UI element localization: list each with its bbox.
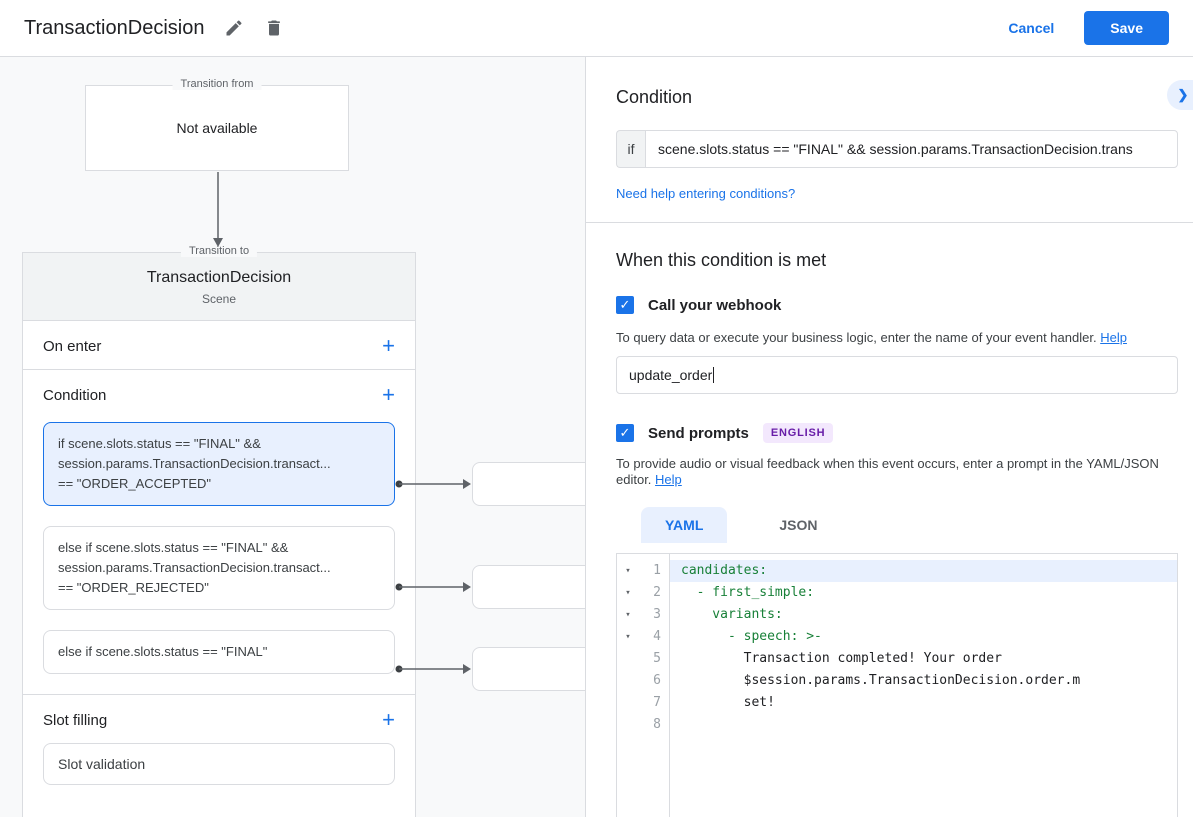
webhook-help-link[interactable]: Help (1100, 330, 1127, 345)
transition-from-node: Transition from Not available (85, 85, 349, 171)
fold-spacer (617, 714, 639, 736)
scene-node-subtitle: Scene (33, 292, 405, 306)
code-line[interactable]: ▾ 1 candidates: (617, 560, 1177, 582)
transition-from-content: Not available (86, 86, 348, 170)
code-text[interactable] (669, 714, 1177, 736)
language-badge: ENGLISH (763, 423, 834, 443)
webhook-label[interactable]: Call your webhook (648, 297, 781, 314)
add-condition-button[interactable]: + (382, 386, 395, 404)
on-enter-label: On enter (43, 338, 101, 355)
condition-expression-input[interactable]: scene.slots.status == "FINAL" && session… (645, 130, 1178, 168)
collapse-panel-button[interactable]: ❯ (1167, 80, 1193, 110)
code-line[interactable]: 5 Transaction completed! Your order (617, 648, 1177, 670)
tab-yaml[interactable]: YAML (641, 507, 727, 543)
slot-filling-label: Slot filling (43, 712, 107, 729)
slot-filling-section: Slot filling + (23, 695, 415, 743)
event-handler-value: update_order (629, 367, 712, 383)
fold-spacer (617, 648, 639, 670)
condition-section-label: Condition (43, 387, 106, 404)
fold-toggle-icon[interactable]: ▾ (617, 560, 639, 582)
prompts-checkbox-row: ✓ Send prompts ENGLISH (616, 423, 1178, 443)
fold-toggle-icon[interactable]: ▾ (617, 604, 639, 626)
text-cursor (713, 367, 714, 383)
condition-section: Condition + (23, 370, 415, 418)
code-text[interactable]: - first_simple: (669, 582, 1177, 604)
condition-expression-row: if scene.slots.status == "FINAL" && sess… (616, 130, 1178, 168)
code-line[interactable]: ▾ 2 - first_simple: (617, 582, 1177, 604)
page-title: TransactionDecision (24, 17, 204, 40)
code-text[interactable]: variants: (669, 604, 1177, 626)
fold-toggle-icon[interactable]: ▾ (617, 582, 639, 604)
transition-target-node-1[interactable] (472, 462, 585, 506)
condition-detail-panel: ❯ Condition if scene.slots.status == "FI… (585, 57, 1193, 817)
save-button[interactable]: Save (1084, 11, 1169, 45)
transition-from-label: Transition from (173, 78, 262, 90)
transition-to-node: Transition to TransactionDecision Scene … (22, 252, 416, 817)
code-line[interactable]: 6 $session.params.TransactionDecision.or… (617, 670, 1177, 692)
prompts-description: To provide audio or visual feedback when… (616, 456, 1178, 488)
prompts-label[interactable]: Send prompts (648, 425, 749, 442)
line-number: 4 (639, 626, 669, 648)
code-text[interactable]: Transaction completed! Your order (669, 648, 1177, 670)
webhook-checkbox[interactable]: ✓ (616, 296, 634, 314)
gutter-divider (669, 554, 670, 817)
transition-target-node-2[interactable] (472, 565, 585, 609)
line-number: 3 (639, 604, 669, 626)
code-text[interactable]: candidates: (669, 560, 1177, 582)
code-text[interactable]: $session.params.TransactionDecision.orde… (669, 670, 1177, 692)
prompts-description-text: To provide audio or visual feedback when… (616, 456, 1159, 487)
fold-toggle-icon[interactable]: ▾ (617, 626, 639, 648)
transition-to-label: Transition to (181, 245, 257, 257)
line-number: 1 (639, 560, 669, 582)
line-number: 5 (639, 648, 669, 670)
webhook-description-text: To query data or execute your business l… (616, 330, 1097, 345)
code-text[interactable]: set! (669, 692, 1177, 714)
scene-flow-canvas: Transition from Not available Transition… (0, 57, 585, 817)
yaml-code-editor[interactable]: ▾ 1 candidates: ▾ 2 - first_simple: ▾ 3 … (616, 553, 1178, 817)
add-slot-button[interactable]: + (382, 711, 395, 729)
fold-spacer (617, 692, 639, 714)
transition-target-node-3[interactable] (472, 647, 585, 691)
trash-icon (264, 18, 284, 38)
code-line[interactable]: 7 set! (617, 692, 1177, 714)
conditions-help-link[interactable]: Need help entering conditions? (616, 186, 795, 201)
if-label: if (616, 130, 645, 168)
code-text[interactable]: - speech: >- (669, 626, 1177, 648)
event-handler-input[interactable]: update_order (616, 356, 1178, 394)
chevron-right-icon: ❯ (1178, 87, 1189, 103)
webhook-description: To query data or execute your business l… (616, 330, 1178, 346)
code-line[interactable]: 8 (617, 714, 1177, 736)
panel-divider (586, 222, 1193, 223)
fold-spacer (617, 670, 639, 692)
condition-card-accepted[interactable]: if scene.slots.status == "FINAL" && sess… (43, 422, 395, 506)
scene-node-title: TransactionDecision (33, 269, 405, 287)
line-number: 2 (639, 582, 669, 604)
add-on-enter-button[interactable]: + (382, 337, 395, 355)
on-enter-section: On enter + (23, 321, 415, 370)
line-number: 7 (639, 692, 669, 714)
check-icon: ✓ (620, 425, 631, 441)
line-number: 6 (639, 670, 669, 692)
prompts-help-link[interactable]: Help (655, 472, 682, 487)
edit-title-button[interactable] (224, 18, 244, 38)
check-icon: ✓ (620, 297, 631, 313)
line-number: 8 (639, 714, 669, 736)
prompts-checkbox[interactable]: ✓ (616, 424, 634, 442)
top-bar: TransactionDecision Cancel Save (0, 0, 1193, 57)
scene-node-header[interactable]: TransactionDecision Scene (23, 253, 415, 321)
editor-tabs: YAML JSON (641, 507, 1178, 543)
condition-card-rejected[interactable]: else if scene.slots.status == "FINAL" &&… (43, 526, 395, 610)
panel-title: Condition (616, 57, 1178, 108)
code-line[interactable]: ▾ 4 - speech: >- (617, 626, 1177, 648)
cancel-button[interactable]: Cancel (1008, 20, 1054, 36)
tab-json[interactable]: JSON (755, 507, 841, 543)
slot-validation-card[interactable]: Slot validation (43, 743, 395, 785)
pencil-icon (224, 18, 244, 38)
when-condition-title: When this condition is met (616, 250, 1178, 271)
condition-card-final[interactable]: else if scene.slots.status == "FINAL" (43, 630, 395, 674)
code-line[interactable]: ▾ 3 variants: (617, 604, 1177, 626)
webhook-checkbox-row: ✓ Call your webhook (616, 296, 1178, 314)
delete-scene-button[interactable] (264, 18, 284, 38)
